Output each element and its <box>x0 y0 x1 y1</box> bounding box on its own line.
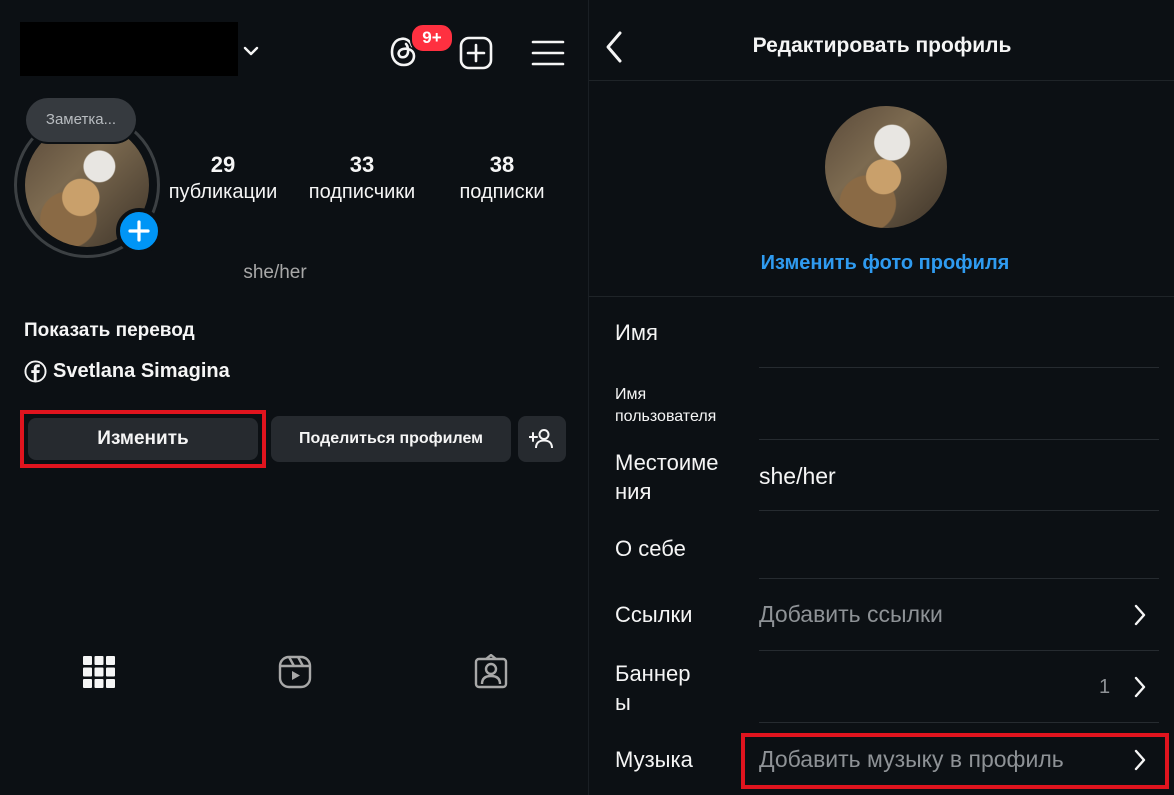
banners-count: 1 <box>1099 676 1111 698</box>
note-bubble[interactable]: Заметка... <box>26 98 136 142</box>
banners-label-line1: Баннер <box>615 661 691 686</box>
stat-followers-count: 33 <box>349 152 375 177</box>
stat-following-count: 38 <box>489 152 515 177</box>
links-field-line <box>759 650 1159 651</box>
grid-icon[interactable] <box>81 654 117 690</box>
page-title: Редактировать профиль <box>752 34 1012 57</box>
name-field-line[interactable] <box>759 367 1159 368</box>
username-field-line[interactable] <box>759 439 1159 440</box>
links-label: Ссылки <box>615 602 693 627</box>
edit-profile-avatar[interactable] <box>825 106 947 228</box>
pronouns-label-line2: ния <box>615 479 652 504</box>
add-links-value[interactable]: Добавить ссылки <box>759 601 943 628</box>
bio-label: О себе <box>615 536 686 561</box>
facebook-link[interactable]: Svetlana Simagina <box>24 360 230 383</box>
bio-field-line[interactable] <box>759 578 1159 579</box>
show-translation-link[interactable]: Показать перевод <box>24 320 195 342</box>
add-story-button[interactable] <box>116 208 162 254</box>
username-label-line2: пользователя <box>615 408 717 425</box>
stat-followers-label: подписчики <box>308 181 416 203</box>
highlight-frame-edit <box>20 410 266 468</box>
stat-posts-label: публикации <box>168 181 278 203</box>
username-label-line1: Имя <box>615 386 647 403</box>
chevron-right-icon[interactable] <box>1133 603 1147 627</box>
banners-field-line <box>759 722 1159 723</box>
header-divider <box>589 80 1174 81</box>
create-post-icon[interactable] <box>458 35 494 71</box>
profile-pronouns: she/her <box>243 262 307 283</box>
add-person-icon <box>529 429 553 449</box>
discover-people-button[interactable] <box>518 416 566 462</box>
profile-panel: 9+ Заметка... 29 публикации 33 подписчик… <box>0 0 588 795</box>
banners-label-line2: ы <box>615 690 631 715</box>
pronouns-field-line <box>759 510 1159 511</box>
section-divider <box>589 296 1174 297</box>
username-redacted[interactable] <box>20 22 238 76</box>
chevron-right-icon[interactable] <box>1133 675 1147 699</box>
change-photo-link[interactable]: Изменить фото профиля <box>589 252 1174 275</box>
reels-icon[interactable] <box>277 654 313 690</box>
notification-badge: 9+ <box>410 23 454 53</box>
stat-posts[interactable]: 29 публикации <box>153 152 293 204</box>
stat-followers[interactable]: 33 подписчики <box>292 152 432 204</box>
music-label: Музыка <box>615 747 693 772</box>
chevron-down-icon[interactable] <box>240 40 262 62</box>
facebook-name: Svetlana Simagina <box>53 360 230 382</box>
share-profile-button[interactable]: Поделиться профилем <box>271 416 511 462</box>
stat-posts-count: 29 <box>210 152 236 177</box>
pronouns-label-line1: Местоиме <box>615 450 719 475</box>
facebook-icon <box>24 360 47 383</box>
pronouns-value[interactable]: she/her <box>759 463 836 490</box>
menu-icon[interactable] <box>530 38 566 68</box>
stat-following[interactable]: 38 подписки <box>432 152 572 204</box>
edit-profile-panel: Редактировать профиль Изменить фото проф… <box>588 0 1174 795</box>
tagged-icon[interactable] <box>473 654 509 690</box>
highlight-frame-music <box>741 733 1169 789</box>
name-label: Имя <box>615 320 658 345</box>
plus-icon <box>128 220 150 242</box>
stat-following-label: подписки <box>459 181 545 203</box>
